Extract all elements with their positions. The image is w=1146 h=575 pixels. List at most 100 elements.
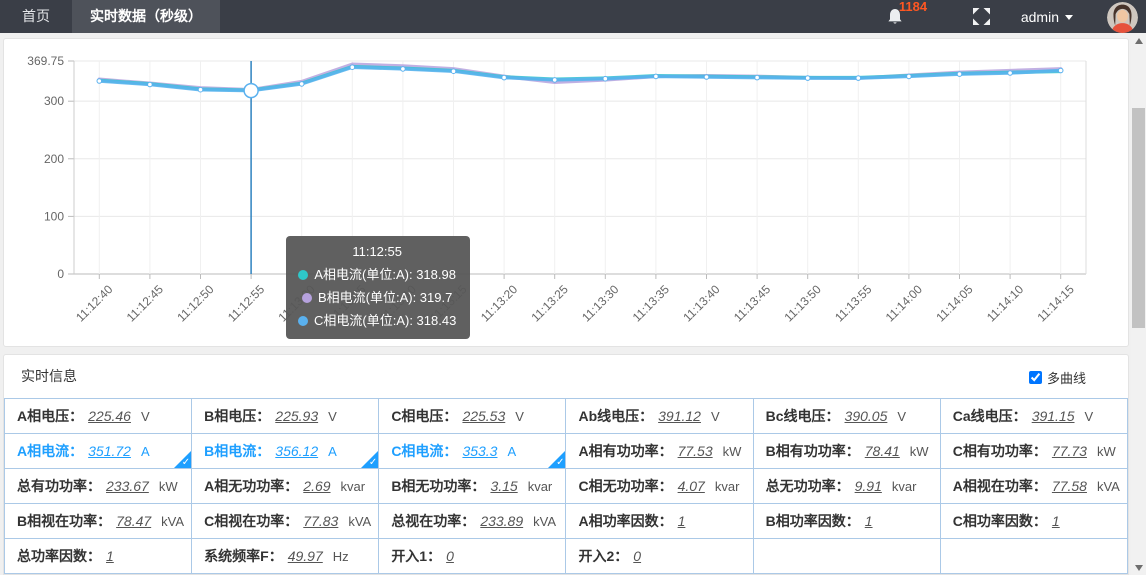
svg-text:11:13:35: 11:13:35: [630, 282, 673, 325]
cell-value: 3.15: [490, 478, 517, 494]
vertical-scrollbar[interactable]: [1131, 33, 1146, 575]
measurement-cell[interactable]: 总视在功率：233.89kVA: [379, 504, 566, 539]
cell-label: B相电压：: [204, 408, 270, 424]
table-row: A相电流：351.72A✓B相电流：356.12A✓C相电流：353.3A✓A相…: [5, 434, 1128, 469]
cell-value: 233.67: [106, 478, 149, 494]
measurement-cell[interactable]: A相电压：225.46V: [5, 399, 192, 434]
cell-label: A相电压：: [17, 408, 83, 424]
measurement-cell[interactable]: C相无功功率：4.07kvar: [566, 469, 753, 504]
navbar-right: 1184 admin: [884, 0, 1146, 33]
measurement-cell[interactable]: 总功率因数： 1: [5, 539, 192, 574]
username: admin: [1021, 9, 1059, 25]
measurement-cell[interactable]: C相电流：353.3A✓: [379, 434, 566, 469]
measurement-cell[interactable]: B相电流：356.12A✓: [192, 434, 379, 469]
cell-unit: kW: [910, 444, 929, 459]
cell-value: 1: [106, 548, 114, 564]
fullscreen-icon: [972, 7, 991, 26]
tab-realtime-data[interactable]: 实时数据（秒级）: [72, 0, 220, 33]
cell-value: 1: [1052, 513, 1060, 529]
cell-value: 391.12: [658, 408, 701, 424]
measurement-cell[interactable]: C相视在功率：77.83kVA: [192, 504, 379, 539]
svg-text:11:13:15: 11:13:15: [427, 282, 470, 325]
measurement-cell[interactable]: A相有功功率： 77.53 kW: [566, 434, 753, 469]
svg-text:11:13:25: 11:13:25: [529, 282, 572, 325]
cell-value: 78.41: [865, 443, 900, 459]
multi-curve-toggle[interactable]: 多曲线: [1029, 368, 1086, 387]
table-row: 总有功功率：233.67kWA相无功功率：2.69kvarB相无功功率：3.15…: [5, 469, 1128, 504]
measurement-cell[interactable]: 开入1：0: [379, 539, 566, 574]
cell-unit: kvar: [892, 479, 917, 494]
cell-label: C相电压：: [391, 408, 457, 424]
cell-label: C相无功功率：: [578, 478, 672, 494]
multi-curve-checkbox[interactable]: [1029, 371, 1042, 384]
measurement-cell[interactable]: B相有功功率：78.41kW: [753, 434, 940, 469]
svg-text:11:13:30: 11:13:30: [579, 282, 622, 325]
measurement-cell[interactable]: A相视在功率：77.58kVA: [940, 469, 1127, 504]
cell-label: A相无功功率：: [204, 478, 298, 494]
cell-unit: V: [1085, 409, 1094, 424]
cell-label: A相视在功率：: [953, 478, 1047, 494]
cell-unit: kvar: [715, 479, 740, 494]
cell-value: 225.93: [275, 408, 318, 424]
svg-text:11:14:15: 11:14:15: [1035, 282, 1078, 325]
panel-header: 实时信息 多曲线: [4, 355, 1128, 398]
cell-value: 49.97: [288, 548, 323, 564]
realtime-chart[interactable]: 0100200300369.7511:12:4011:12:4511:12:50…: [4, 41, 1126, 344]
cell-value: 390.05: [845, 408, 888, 424]
notification-bell[interactable]: 1184: [884, 0, 930, 33]
measurement-cell[interactable]: A相电流：351.72A✓: [5, 434, 192, 469]
chevron-down-icon: [1065, 15, 1073, 20]
cell-label: 总有功功率：: [17, 478, 101, 494]
measurement-cell[interactable]: Ca线电压：391.15V: [940, 399, 1127, 434]
measurement-cell[interactable]: B相功率因数：1: [753, 504, 940, 539]
cell-unit: kvar: [528, 479, 553, 494]
tab-home[interactable]: 首页: [0, 0, 72, 33]
cell-label: A相有功功率：: [578, 443, 672, 459]
svg-text:11:13:20: 11:13:20: [478, 282, 521, 325]
measurement-cell[interactable]: C相有功功率：77.73kW: [940, 434, 1127, 469]
top-navbar: 首页 实时数据（秒级） 1184 admin: [0, 0, 1146, 33]
measurement-cell[interactable]: 总无功功率：9.91kvar: [753, 469, 940, 504]
cell-unit: kVA: [1097, 479, 1120, 494]
user-dropdown[interactable]: admin: [1021, 9, 1073, 25]
svg-text:11:13:05: 11:13:05: [326, 282, 369, 325]
svg-text:11:13:55: 11:13:55: [832, 282, 875, 325]
panel-title: 实时信息: [21, 355, 77, 398]
scrollbar-thumb[interactable]: [1132, 108, 1145, 328]
cell-unit: V: [711, 409, 720, 424]
cell-label: 总视在功率：: [391, 513, 475, 529]
cell-label: Bc线电压：: [766, 408, 840, 424]
measurement-cell[interactable]: Ab线电压：391.12V: [566, 399, 753, 434]
measurement-cell[interactable]: B相电压：225.93V: [192, 399, 379, 434]
avatar-image: [1107, 2, 1138, 33]
scroll-up-button[interactable]: [1131, 33, 1146, 48]
measurement-cell[interactable]: A相无功功率：2.69kvar: [192, 469, 379, 504]
cell-unit: V: [515, 409, 524, 424]
cell-label: Ca线电压：: [953, 408, 1027, 424]
measurement-cell[interactable]: 开入2：0: [566, 539, 753, 574]
measurement-cell[interactable]: B相视在功率：78.47kVA: [5, 504, 192, 539]
measurement-cell[interactable]: C相电压：225.53V: [379, 399, 566, 434]
cell-label: 总功率因数：: [17, 548, 101, 564]
svg-text:11:12:45: 11:12:45: [124, 282, 167, 325]
avatar[interactable]: [1107, 2, 1138, 33]
measurement-cell[interactable]: 总有功功率： 233.67 kW: [5, 469, 192, 504]
cell-unit: kW: [723, 444, 742, 459]
measurement-cell[interactable]: A相功率因数：1: [566, 504, 753, 539]
cell-value: 77.53: [678, 443, 713, 459]
cell-label: 开入1：: [391, 548, 441, 564]
realtime-table-body: A相电压：225.46VB相电压：225.93VC相电压：225.53VAb线电…: [5, 399, 1128, 574]
svg-text:369.75: 369.75: [27, 54, 64, 68]
scroll-down-button[interactable]: [1131, 560, 1146, 575]
fullscreen-button[interactable]: [972, 7, 991, 26]
cell-unit: kW: [159, 479, 178, 494]
measurement-cell[interactable]: B相无功功率：3.15kvar: [379, 469, 566, 504]
measurement-cell[interactable]: 系统频率F：49.97Hz: [192, 539, 379, 574]
cell-value: 77.73: [1052, 443, 1087, 459]
measurement-cell[interactable]: Bc线电压：390.05V: [753, 399, 940, 434]
table-row: B相视在功率：78.47kVAC相视在功率：77.83kVA总视在功率：233.…: [5, 504, 1128, 539]
cell-value: 351.72: [88, 443, 131, 459]
measurement-cell[interactable]: C相功率因数：1: [940, 504, 1127, 539]
cell-unit: V: [141, 409, 150, 424]
svg-text:11:13:45: 11:13:45: [731, 282, 774, 325]
